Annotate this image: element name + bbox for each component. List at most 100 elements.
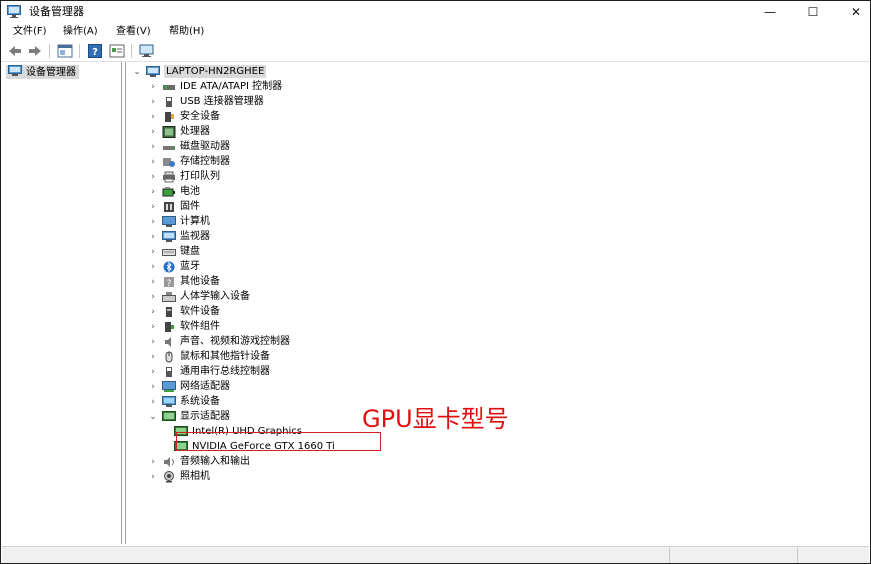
device-manager-window: 设备管理器 — ☐ ✕ 文件(F) 操作(A) 查看(V) 帮助(H) ? 设备… <box>0 0 871 564</box>
menu-file[interactable]: 文件(F) <box>13 25 47 38</box>
chevron-right-icon[interactable]: › <box>148 289 158 304</box>
computer-root-icon <box>146 65 160 78</box>
tree-item-label: 蓝牙 <box>180 261 200 272</box>
chevron-right-icon[interactable]: › <box>148 259 158 274</box>
chevron-right-icon[interactable]: › <box>148 139 158 154</box>
disk-drive-icon <box>162 141 176 153</box>
tree-item-monitor[interactable]: › 监视器 <box>148 229 210 244</box>
chevron-right-icon[interactable]: › <box>148 349 158 364</box>
chevron-down-icon[interactable]: ⌄ <box>148 409 158 424</box>
chevron-right-icon[interactable]: › <box>148 79 158 94</box>
keyboard-icon <box>162 246 176 258</box>
monitor-scan-icon[interactable] <box>139 43 155 59</box>
chevron-right-icon[interactable]: › <box>148 229 158 244</box>
chevron-right-icon[interactable]: › <box>148 469 158 484</box>
tree-item-label: IDE ATA/ATAPI 控制器 <box>180 81 283 92</box>
tree-item-label: 软件组件 <box>180 321 220 332</box>
chevron-right-icon[interactable]: › <box>148 109 158 124</box>
properties-icon[interactable] <box>109 43 125 59</box>
tree-item-label: 安全设备 <box>180 111 220 122</box>
chevron-right-icon[interactable]: › <box>148 244 158 259</box>
chevron-right-icon[interactable]: › <box>148 274 158 289</box>
tree-item-disk[interactable]: › 磁盘驱动器 <box>148 139 230 154</box>
tree-item-label: 软件设备 <box>180 306 220 317</box>
tree-item-software-devices[interactable]: › 软件设备 <box>148 304 220 319</box>
unknown-device-icon: ? <box>162 276 176 288</box>
chevron-right-icon[interactable]: › <box>148 304 158 319</box>
usb-icon <box>162 96 176 108</box>
tree-item-mouse[interactable]: › 鼠标和其他指针设备 <box>148 349 270 364</box>
left-item-device-manager[interactable]: 设备管理器 <box>6 64 79 80</box>
tree-item-other-devices[interactable]: › ? 其他设备 <box>148 274 220 289</box>
close-button[interactable]: ✕ <box>833 1 870 23</box>
hid-icon <box>162 291 176 303</box>
tree-item-network[interactable]: › 网络适配器 <box>148 379 230 394</box>
chevron-right-icon[interactable]: › <box>148 214 158 229</box>
processor-icon <box>162 125 176 138</box>
chevron-right-icon[interactable]: › <box>148 169 158 184</box>
chevron-right-icon[interactable]: › <box>148 394 158 409</box>
status-bar <box>2 546 869 563</box>
tree-item-label: 照相机 <box>180 471 210 482</box>
chevron-right-icon[interactable]: › <box>148 454 158 469</box>
status-divider <box>669 548 670 563</box>
tree-item-display-adapters[interactable]: ⌄ 显示适配器 <box>148 409 230 424</box>
tree-item-sound[interactable]: › 声音、视频和游戏控制器 <box>148 334 290 349</box>
toolbar-separator <box>131 44 132 58</box>
tree-item-label: 音频输入和输出 <box>180 456 250 467</box>
gpu-annotation-label: GPU显卡型号 <box>362 405 509 433</box>
chevron-right-icon[interactable]: › <box>148 124 158 139</box>
tree-item-firmware[interactable]: › 固件 <box>148 199 200 214</box>
chevron-right-icon[interactable]: › <box>148 154 158 169</box>
menu-help[interactable]: 帮助(H) <box>169 25 204 38</box>
chevron-right-icon[interactable]: › <box>148 334 158 349</box>
tree-item-software-components[interactable]: › 软件组件 <box>148 319 220 334</box>
device-view-icon[interactable] <box>57 43 73 59</box>
tree-item-print-queue[interactable]: › 打印队列 <box>148 169 220 184</box>
chevron-right-icon[interactable]: › <box>148 319 158 334</box>
menu-action[interactable]: 操作(A) <box>63 25 98 38</box>
usb-controller-icon <box>162 366 176 378</box>
tree-item-battery[interactable]: › 电池 <box>148 184 200 199</box>
chevron-down-icon[interactable]: ⌄ <box>132 64 142 79</box>
chevron-right-icon[interactable]: › <box>148 379 158 394</box>
tree-item-label: 系统设备 <box>180 396 220 407</box>
back-arrow-icon[interactable] <box>7 43 23 59</box>
device-manager-app-icon <box>7 5 21 18</box>
maximize-button[interactable]: ☐ <box>790 1 836 23</box>
tree-item-bluetooth[interactable]: › 蓝牙 <box>148 259 200 274</box>
audio-io-icon <box>162 456 176 468</box>
menu-view[interactable]: 查看(V) <box>116 25 151 38</box>
chevron-right-icon[interactable]: › <box>148 184 158 199</box>
network-adapter-icon <box>162 380 176 393</box>
tree-item-hid[interactable]: › 人体学输入设备 <box>148 289 250 304</box>
tree-item-processor[interactable]: › 处理器 <box>148 124 210 139</box>
tree-item-ide[interactable]: › IDE ATA/ATAPI 控制器 <box>148 79 282 94</box>
device-manager-icon <box>8 64 22 80</box>
tree-item-label: 声音、视频和游戏控制器 <box>180 336 290 347</box>
monitor-icon <box>162 230 176 243</box>
toolbar: ? <box>1 41 870 62</box>
chevron-right-icon[interactable]: › <box>148 199 158 214</box>
tree-item-camera[interactable]: › 照相机 <box>148 469 210 484</box>
tree-item-computer[interactable]: › 计算机 <box>148 214 210 229</box>
tree-item-security[interactable]: › 安全设备 <box>148 109 220 124</box>
tree-item-label: 网络适配器 <box>180 381 230 392</box>
tree-item-keyboard[interactable]: › 键盘 <box>148 244 200 259</box>
tree-item-system-devices[interactable]: › 系统设备 <box>148 394 220 409</box>
tree-item-storage[interactable]: › 存储控制器 <box>148 154 230 169</box>
chevron-right-icon[interactable]: › <box>148 364 158 379</box>
tree-item-usb-connector[interactable]: › USB 连接器管理器 <box>148 94 264 109</box>
camera-icon <box>162 470 176 483</box>
svg-text:?: ? <box>92 47 98 58</box>
display-adapter-icon <box>162 410 176 423</box>
chevron-right-icon[interactable]: › <box>148 94 158 109</box>
mouse-icon <box>162 351 176 363</box>
help-icon[interactable]: ? <box>87 43 103 59</box>
tree-item-audio-io[interactable]: › 音频输入和输出 <box>148 454 250 469</box>
forward-arrow-icon[interactable] <box>27 43 43 59</box>
software-device-icon <box>162 306 176 318</box>
tree-item-usb-controllers[interactable]: › 通用串行总线控制器 <box>148 364 270 379</box>
tree-root[interactable]: ⌄ LAPTOP-HN2RGHEE <box>132 64 267 79</box>
minimize-button[interactable]: — <box>747 1 793 23</box>
